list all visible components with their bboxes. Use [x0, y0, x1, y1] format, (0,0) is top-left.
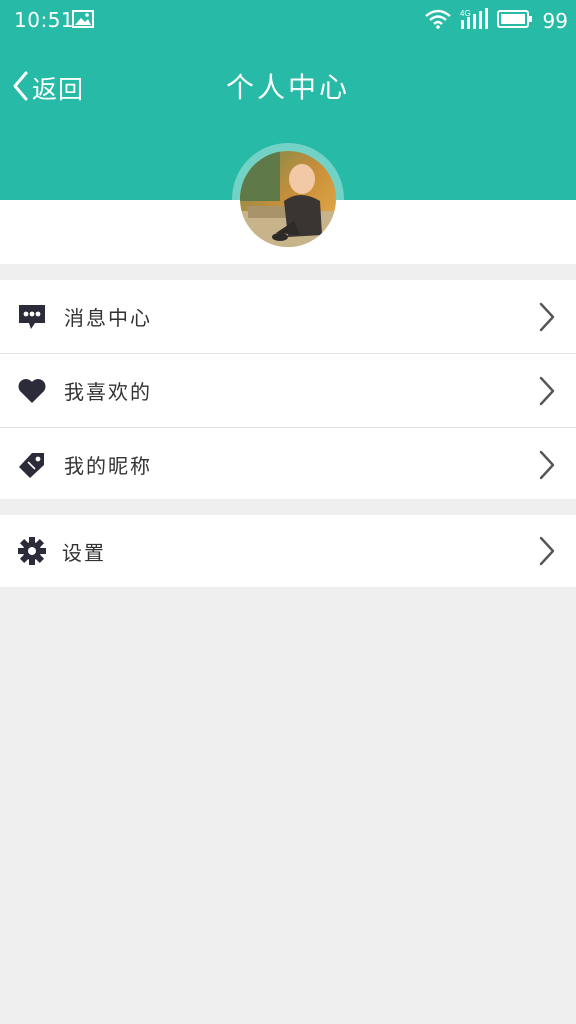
menu-label-messages: 消息中心 — [64, 306, 152, 330]
menu-label-nickname: 我的昵称 — [64, 454, 152, 478]
menu-label-favorites: 我喜欢的 — [64, 380, 152, 404]
status-time: 10:51 — [14, 8, 75, 32]
page-title: 个人中心 — [225, 71, 350, 104]
menu-item-messages[interactable]: 消息中心 — [0, 280, 576, 353]
menu-item-favorites[interactable]: 我喜欢的 — [0, 353, 576, 427]
battery-icon — [496, 9, 533, 33]
wifi-icon — [424, 9, 451, 33]
tag-icon — [16, 449, 48, 481]
menu-item-settings[interactable]: 设置 — [0, 515, 576, 587]
menu-label-settings: 设置 — [62, 540, 106, 565]
chevron-right-icon — [538, 536, 556, 570]
chevron-right-icon — [538, 302, 556, 336]
gear-icon — [16, 535, 48, 567]
menu-group-primary: 消息中心 我喜欢的 我的昵称 — [0, 280, 576, 499]
battery-level: 99 — [542, 9, 568, 33]
network-type-label: 4G — [460, 9, 471, 18]
chevron-right-icon — [538, 376, 556, 410]
chat-bubble-icon — [16, 301, 48, 333]
signal-icon: 4G — [459, 8, 489, 34]
chevron-right-icon — [538, 450, 556, 484]
heart-icon — [16, 375, 48, 407]
avatar[interactable] — [240, 151, 336, 247]
status-bar: 10:51 4G 99 — [0, 0, 576, 40]
menu-item-nickname[interactable]: 我的昵称 — [0, 427, 576, 501]
menu-group-settings: 设置 — [0, 515, 576, 587]
image-icon — [72, 10, 94, 32]
